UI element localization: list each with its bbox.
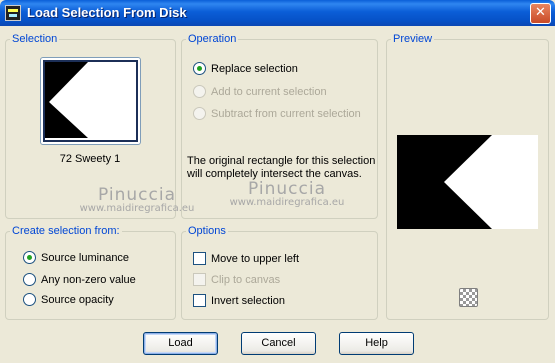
- transparency-checker-icon[interactable]: [459, 288, 478, 307]
- help-button[interactable]: Help: [339, 332, 414, 355]
- preview-legend: Preview: [393, 33, 433, 45]
- watermark-name: Pinuccia: [248, 179, 326, 199]
- checkbox-label: Move to upper left: [211, 253, 300, 265]
- watermark: Pinuccia www.maidiregrafica.eu: [72, 185, 202, 214]
- radio-label: Source opacity: [41, 294, 114, 306]
- radio-button[interactable]: [23, 251, 36, 264]
- radio-label: Replace selection: [211, 63, 298, 75]
- checkbox-label: Clip to canvas: [211, 274, 281, 286]
- checkbox[interactable]: [193, 252, 206, 265]
- operation-legend: Operation: [188, 33, 237, 45]
- create-from-legend: Create selection from:: [12, 225, 120, 237]
- selection-thumbnail-image: [45, 62, 134, 138]
- options-legend: Options: [188, 225, 226, 237]
- app-icon[interactable]: [5, 5, 21, 21]
- cancel-button[interactable]: Cancel: [241, 332, 316, 355]
- load-button[interactable]: Load: [143, 332, 218, 355]
- radio-label: Any non-zero value: [41, 274, 136, 286]
- radio-button[interactable]: [193, 62, 206, 75]
- radio-label: Subtract from current selection: [211, 108, 361, 120]
- watermark-site: www.maidiregrafica.eu: [79, 203, 195, 214]
- selection-preview-image: [397, 135, 538, 229]
- radio-button: [193, 85, 206, 98]
- thumbnail-label: 72 Sweety 1: [59, 153, 121, 165]
- selection-thumbnail[interactable]: [40, 57, 141, 145]
- checkbox-label: Invert selection: [211, 295, 285, 307]
- radio-button: [193, 107, 206, 120]
- title-bar[interactable]: Load Selection From Disk ✕: [0, 0, 555, 26]
- radio-label: Source luminance: [41, 252, 130, 264]
- selection-legend: Selection: [12, 33, 58, 45]
- watermark-name: Pinuccia: [98, 185, 176, 205]
- window-title: Load Selection From Disk: [27, 5, 187, 20]
- radio-button[interactable]: [23, 293, 36, 306]
- watermark: Pinuccia www.maidiregrafica.eu: [222, 179, 352, 208]
- radio-label: Add to current selection: [211, 86, 327, 98]
- radio-button[interactable]: [23, 273, 36, 286]
- operation-note: The original rectangle for this selectio…: [187, 155, 376, 180]
- close-icon[interactable]: ✕: [530, 3, 551, 24]
- checkbox: [193, 273, 206, 286]
- watermark-site: www.maidiregrafica.eu: [229, 197, 345, 208]
- checkbox[interactable]: [193, 294, 206, 307]
